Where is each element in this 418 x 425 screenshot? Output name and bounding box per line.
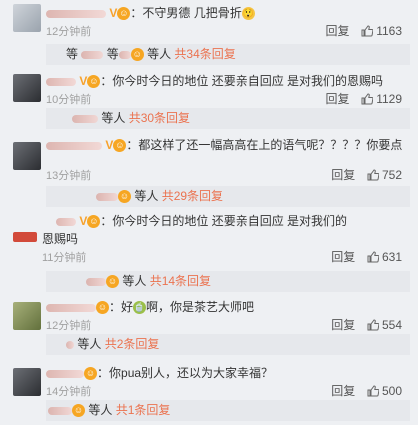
emoji-icon: ☺ (96, 301, 109, 315)
vip-badge-icon: V (79, 74, 88, 88)
reply-count-link[interactable]: 共2条回复 (105, 337, 160, 351)
vip-badge-icon: V (109, 6, 118, 20)
comment-text: 你今时今日的地位 还要亲自回应 是对我们的 (112, 214, 348, 228)
username-blurred[interactable] (118, 50, 131, 59)
comment-text: 你pua别人，还以为大家幸福？ (109, 366, 274, 380)
emoji-icon: ☺ (106, 275, 119, 289)
like-button[interactable]: 1129 (361, 92, 402, 106)
emoji-icon: ☺ (117, 7, 131, 21)
like-count: 500 (381, 384, 402, 398)
like-thumb-icon (367, 319, 379, 331)
reply-button[interactable]: 回复 (325, 24, 349, 38)
emoji-icon: ☺ (87, 75, 101, 89)
like-count: 1129 (376, 92, 402, 106)
comment-text: 不守男德 几把骨折 (142, 6, 242, 20)
reply-summary[interactable]: 等 等 ☺ 等人 共34条回复 (46, 44, 410, 65)
username-blurred[interactable] (81, 50, 104, 59)
reply-button[interactable]: 回复 (331, 384, 355, 398)
avatar[interactable] (13, 368, 41, 396)
like-thumb-icon (361, 93, 373, 105)
comment-time: 10分钟前 (46, 94, 92, 106)
reply-count-link[interactable]: 共14条回复 (150, 274, 211, 288)
comment-text: 都这样了还一幅高高在上的语气呢？？？？你要点 (138, 138, 403, 152)
reply-count-link[interactable]: 共29条回复 (162, 189, 223, 203)
reply-count-link[interactable]: 共30条回复 (129, 111, 190, 125)
emoji-icon: ☺ (72, 404, 85, 418)
comment-time: 14分钟前 (46, 386, 92, 398)
reply-button[interactable]: 回复 (331, 250, 355, 264)
comment-text: 好 (121, 300, 134, 314)
avatar[interactable] (13, 74, 41, 102)
avatar[interactable] (13, 232, 37, 242)
vip-badge-icon: V (105, 138, 114, 152)
reply-summary[interactable]: ☺ 等人 共1条回复 (46, 400, 410, 421)
like-count: 554 (381, 318, 402, 332)
avatar[interactable] (13, 142, 41, 170)
like-button[interactable]: 1163 (361, 24, 402, 38)
reply-summary[interactable]: 等人 共30条回复 (46, 108, 410, 129)
comment-time: 11分钟前 (42, 252, 87, 264)
emoji-icon: ☺ (84, 367, 97, 381)
emoji-icon: 😲 (241, 7, 255, 21)
avatar[interactable] (13, 302, 41, 330)
comment-time: 12分钟前 (46, 26, 92, 38)
like-count: 752 (381, 168, 402, 182)
like-button[interactable]: 554 (367, 318, 402, 332)
vip-badge-icon: V (79, 214, 88, 228)
comment-text: 你今时今日的地位 还要亲自回应 是对我们的恩赐吗 (112, 74, 384, 88)
username-blurred[interactable] (46, 9, 106, 18)
username-blurred[interactable] (66, 340, 74, 349)
reply-summary[interactable]: 等人 共2条回复 (46, 334, 410, 355)
like-thumb-icon (367, 169, 379, 181)
emoji-icon: ☺ (113, 139, 127, 153)
username-blurred[interactable] (56, 217, 76, 226)
username-blurred[interactable] (72, 114, 98, 123)
like-button[interactable]: 500 (367, 384, 402, 398)
username-blurred[interactable] (46, 141, 102, 150)
like-thumb-icon (367, 251, 379, 263)
username-blurred[interactable] (46, 303, 96, 312)
emoji-icon: ☺ (87, 215, 101, 229)
comment-time: 12分钟前 (46, 320, 92, 332)
like-button[interactable]: 752 (367, 168, 402, 182)
avatar[interactable] (13, 4, 41, 32)
emoji-icon: ☺ (118, 190, 131, 204)
username-blurred[interactable] (48, 406, 72, 415)
like-count: 631 (381, 250, 402, 264)
comment-time: 13分钟前 (46, 170, 92, 182)
like-thumb-icon (367, 385, 379, 397)
emoji-icon: ☺ (130, 48, 144, 62)
reply-button[interactable]: 回复 (331, 318, 355, 332)
like-count: 1163 (376, 24, 402, 38)
reply-summary[interactable]: ☺ 等人 共14条回复 (46, 271, 410, 292)
like-button[interactable]: 631 (367, 250, 402, 264)
comment-list: V ☺ ：不守男德 几把骨折😲 12分钟前 回复 1163 等 等 ☺ 等人 共34条… (0, 0, 418, 425)
reply-button[interactable]: 回复 (325, 92, 349, 106)
reply-button[interactable]: 回复 (331, 168, 355, 182)
username-blurred[interactable] (46, 369, 84, 378)
reply-count-link[interactable]: 共1条回复 (116, 403, 171, 417)
username-blurred[interactable] (86, 277, 106, 286)
reply-count-link[interactable]: 共34条回复 (174, 47, 235, 61)
username-blurred[interactable] (46, 77, 76, 86)
reply-summary[interactable]: ☺ 等人 共29条回复 (46, 186, 410, 207)
like-thumb-icon (361, 25, 373, 37)
username-blurred[interactable] (96, 192, 118, 201)
comment-text-cont: 恩赐吗 (42, 232, 79, 246)
tea-emoji-icon: 🍵 (133, 301, 147, 315)
